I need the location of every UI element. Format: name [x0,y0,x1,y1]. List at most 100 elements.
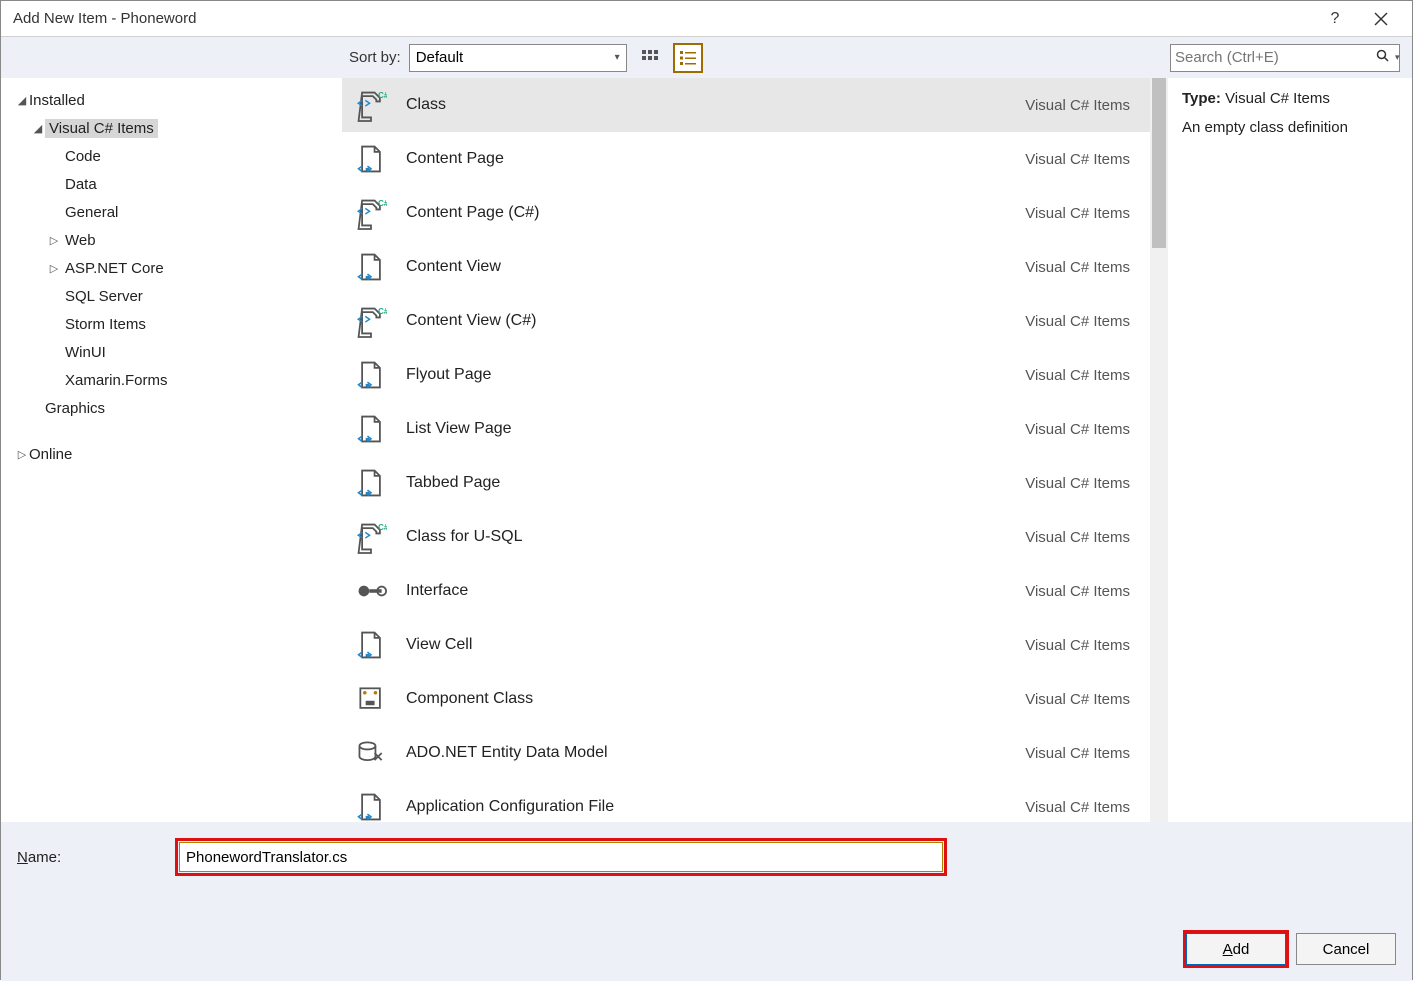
help-button[interactable]: ? [1312,3,1358,35]
window-title: Add New Item - Phoneword [9,10,1312,27]
template-item[interactable]: Flyout PageVisual C# Items [342,348,1150,402]
tree-installed[interactable]: ◢Installed [1,86,342,114]
tree-label: Storm Items [65,316,146,333]
template-name: Content View [406,258,1025,276]
expander-closed-icon: ▷ [47,234,61,247]
expander-open-icon: ◢ [31,122,45,135]
svg-text:C#: C# [378,91,387,100]
cs-template-icon: C# [350,84,392,126]
interface-template-icon [350,570,392,612]
tree-label: WinUI [65,344,106,361]
template-name: ADO.NET Entity Data Model [406,744,1025,762]
template-name: Component Class [406,690,1025,708]
template-name: List View Page [406,420,1025,438]
template-item[interactable]: List View PageVisual C# Items [342,402,1150,456]
expander-closed-icon: ▷ [47,262,61,275]
tree-item-data[interactable]: Data [1,170,342,198]
template-item[interactable]: C# Content Page (C#)Visual C# Items [342,186,1150,240]
search-dropdown-icon[interactable]: ▾ [1392,52,1400,63]
tree-label: Visual C# Items [45,119,158,138]
tree-item-code[interactable]: Code [1,142,342,170]
view-list-button[interactable] [673,43,703,73]
tree-item-web[interactable]: ▷ Web [1,226,342,254]
close-icon [1374,12,1388,26]
template-item[interactable]: View CellVisual C# Items [342,618,1150,672]
svg-text:C#: C# [378,199,387,208]
template-name: Content Page (C#) [406,204,1025,222]
close-button[interactable] [1358,3,1404,35]
template-item[interactable]: Component ClassVisual C# Items [342,672,1150,726]
tree-label: Graphics [45,400,105,417]
name-label: Name: [17,849,179,866]
template-name: View Cell [406,636,1025,654]
template-item[interactable]: Tabbed PageVisual C# Items [342,456,1150,510]
template-category: Visual C# Items [1025,421,1130,438]
chevron-down-icon: ▾ [615,52,620,63]
tree-item-general[interactable]: General [1,198,342,226]
tree-label: Web [65,232,96,249]
tree-label: Code [65,148,101,165]
template-item[interactable]: Application Configuration FileVisual C# … [342,780,1150,822]
file-template-icon [350,354,392,396]
tree-label: Installed [29,92,85,109]
template-name: Tabbed Page [406,474,1025,492]
scroll-thumb[interactable] [1152,78,1166,248]
details-panel: Type: Visual C# Items An empty class def… [1168,78,1412,822]
svg-text:C#: C# [378,307,387,316]
template-category: Visual C# Items [1025,475,1130,492]
template-category: Visual C# Items [1025,151,1130,168]
tree-graphics[interactable]: Graphics [1,394,342,422]
template-category: Visual C# Items [1025,583,1130,600]
cs-template-icon: C# [350,516,392,558]
search-input[interactable] [1175,49,1374,66]
file-template-icon [350,246,392,288]
template-item[interactable]: Content ViewVisual C# Items [342,240,1150,294]
list-icon [678,48,698,68]
template-name: Interface [406,582,1025,600]
add-button[interactable]: Add [1186,933,1286,965]
expander-open-icon: ◢ [15,94,29,107]
detail-description: An empty class definition [1182,119,1398,136]
ado-template-icon [350,732,392,774]
template-item[interactable]: ADO.NET Entity Data ModelVisual C# Items [342,726,1150,780]
template-item[interactable]: InterfaceVisual C# Items [342,564,1150,618]
tree-label: Data [65,176,97,193]
tree-item-winui[interactable]: WinUI [1,338,342,366]
template-category: Visual C# Items [1025,205,1130,222]
tree-item-asp-net-core[interactable]: ▷ ASP.NET Core [1,254,342,282]
file-template-icon [350,408,392,450]
cancel-button[interactable]: Cancel [1296,933,1396,965]
tree-item-xamarin-forms[interactable]: Xamarin.Forms [1,366,342,394]
template-category: Visual C# Items [1025,367,1130,384]
tree-label: ASP.NET Core [65,260,164,277]
svg-text:C#: C# [378,523,387,532]
tree-item-storm-items[interactable]: Storm Items [1,310,342,338]
view-tiles-button[interactable] [635,43,665,73]
template-name: Content View (C#) [406,312,1025,330]
name-input[interactable] [179,842,943,872]
template-item[interactable]: C#ClassVisual C# Items [342,78,1150,132]
template-category: Visual C# Items [1025,259,1130,276]
file-template-icon [350,786,392,822]
search-icon[interactable] [1374,49,1392,66]
template-item[interactable]: C#Class for U-SQLVisual C# Items [342,510,1150,564]
template-item[interactable]: Content PageVisual C# Items [342,132,1150,186]
template-category: Visual C# Items [1025,529,1130,546]
sort-select[interactable]: Default ▾ [409,44,627,72]
cs-template-icon: C# [350,300,392,342]
tree-visual-csharp-items[interactable]: ◢Visual C# Items [1,114,342,142]
file-template-icon [350,138,392,180]
tree-item-sql-server[interactable]: SQL Server [1,282,342,310]
template-category: Visual C# Items [1025,313,1130,330]
template-name: Content Page [406,150,1025,168]
scrollbar[interactable] [1150,78,1168,822]
search-box[interactable]: ▾ [1170,44,1400,72]
category-tree: ◢Installed◢Visual C# ItemsCodeDataGenera… [1,78,342,822]
cs-template-icon: C# [350,192,392,234]
template-category: Visual C# Items [1025,691,1130,708]
tree-online[interactable]: ▷Online [1,440,342,468]
tiles-icon [640,48,660,68]
template-name: Application Configuration File [406,798,1025,816]
template-category: Visual C# Items [1025,799,1130,816]
template-item[interactable]: C# Content View (C#)Visual C# Items [342,294,1150,348]
